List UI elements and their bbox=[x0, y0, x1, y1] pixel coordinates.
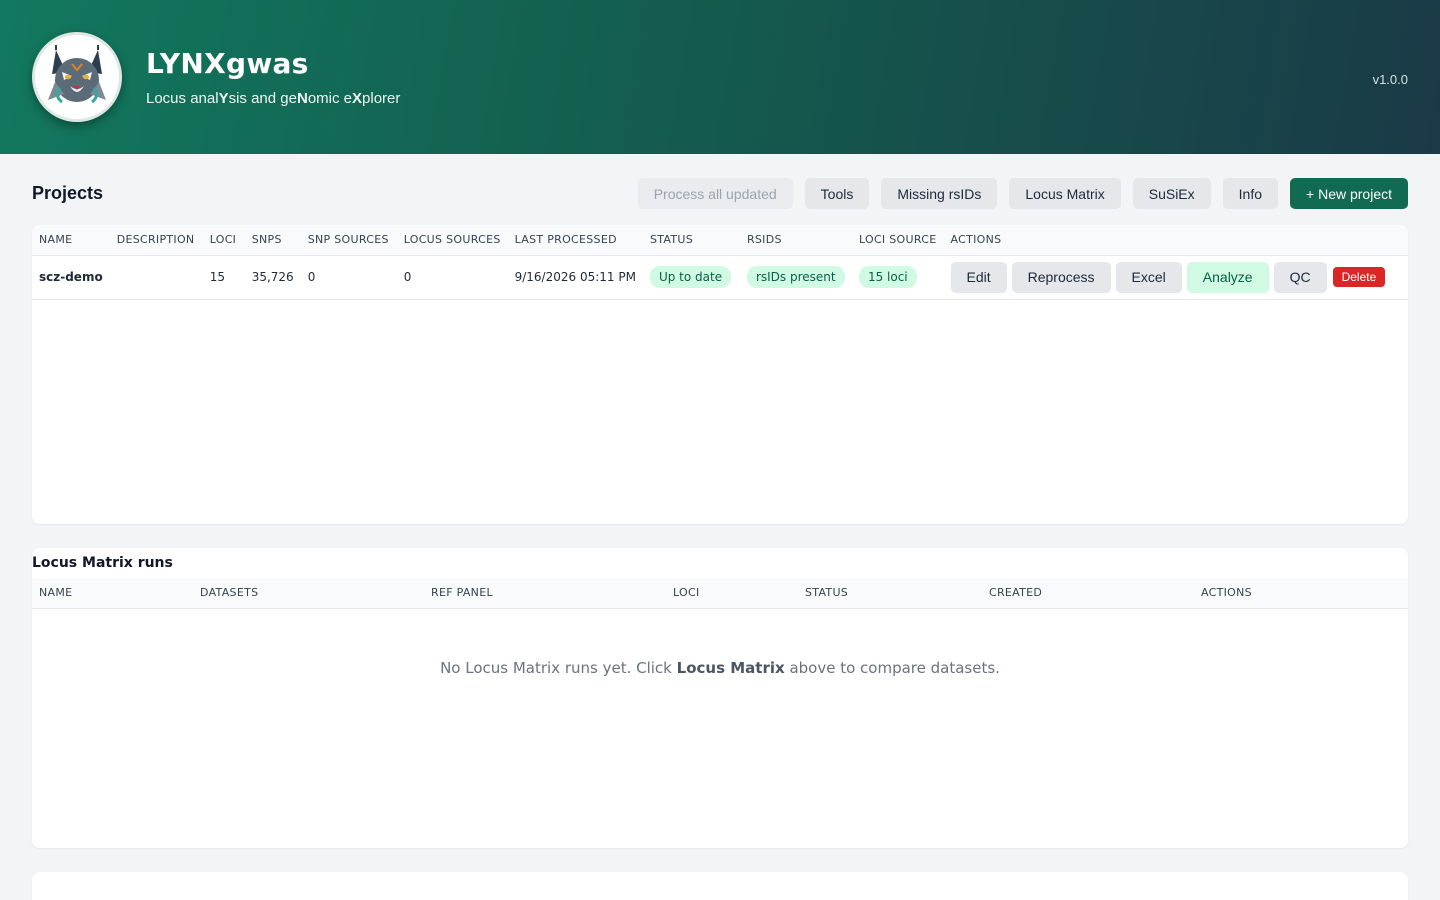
locus-matrix-button[interactable]: Locus Matrix bbox=[1009, 178, 1121, 209]
locus-matrix-runs-title: Locus Matrix runs bbox=[32, 555, 173, 571]
next-section-card bbox=[32, 872, 1408, 900]
lm-col-created[interactable]: Created bbox=[982, 578, 1194, 609]
projects-toolbar: Process all updated Tools Missing rsIDs … bbox=[637, 178, 1408, 209]
info-button[interactable]: Info bbox=[1222, 178, 1279, 209]
lm-col-status[interactable]: Status bbox=[798, 578, 982, 609]
projects-title: Projects bbox=[32, 183, 104, 203]
app-header: LYNXgwas Locus analYsis and geNomic eXpl… bbox=[0, 0, 1440, 154]
locus-matrix-table-header: Name Datasets Ref panel Loci Status Crea… bbox=[32, 578, 1408, 609]
tools-button[interactable]: Tools bbox=[804, 178, 870, 209]
col-status[interactable]: Status bbox=[642, 225, 740, 256]
title-block: LYNXgwas Locus analYsis and geNomic eXpl… bbox=[146, 47, 400, 107]
projects-table-header: Name Description Loci SNPs SNP sources L… bbox=[32, 225, 1408, 256]
lm-col-ref-panel[interactable]: Ref panel bbox=[424, 578, 666, 609]
loci-source-badge: 15 loci bbox=[858, 266, 917, 288]
lm-col-loci[interactable]: Loci bbox=[666, 578, 798, 609]
projects-header: Projects Process all updated Tools Missi… bbox=[0, 178, 1440, 209]
excel-button[interactable]: Excel bbox=[1115, 261, 1182, 293]
locus-matrix-table: Name Datasets Ref panel Loci Status Crea… bbox=[32, 578, 1408, 609]
project-snp-sources: 0 bbox=[300, 255, 397, 300]
susiex-button[interactable]: SuSiEx bbox=[1132, 178, 1211, 209]
project-name[interactable]: scz-demo bbox=[32, 255, 110, 300]
edit-button[interactable]: Edit bbox=[950, 261, 1007, 293]
app-title: LYNXgwas bbox=[146, 47, 309, 80]
qc-button[interactable]: QC bbox=[1273, 261, 1327, 293]
project-loci: 15 bbox=[202, 255, 245, 300]
delete-button[interactable]: Delete bbox=[1332, 267, 1386, 287]
empty-state-message: No Locus Matrix runs yet. Click Locus Ma… bbox=[440, 658, 1000, 677]
locus-matrix-runs-card: Locus Matrix runs Name Datasets Ref pane… bbox=[32, 548, 1408, 848]
lynx-face-icon bbox=[48, 45, 106, 104]
col-snp-sources[interactable]: SNP sources bbox=[300, 225, 397, 256]
project-snps: 35,726 bbox=[244, 255, 301, 300]
col-last-processed[interactable]: Last processed bbox=[507, 225, 643, 256]
project-last-processed: 9/16/2026 05:11 PM bbox=[507, 255, 643, 300]
col-loci-source[interactable]: Loci source bbox=[851, 225, 944, 256]
lm-col-datasets[interactable]: Datasets bbox=[193, 578, 424, 609]
new-project-button[interactable]: + New project bbox=[1290, 178, 1408, 209]
projects-table: Name Description Loci SNPs SNP sources L… bbox=[32, 225, 1408, 300]
project-locus-sources: 0 bbox=[396, 255, 508, 300]
lynx-logo bbox=[32, 32, 122, 122]
project-description bbox=[109, 255, 203, 300]
col-rsids[interactable]: rsIDs bbox=[739, 225, 852, 256]
lm-col-actions: Actions bbox=[1194, 578, 1408, 609]
analyze-button[interactable]: Analyze bbox=[1186, 261, 1269, 293]
missing-rsids-button[interactable]: Missing rsIDs bbox=[881, 178, 998, 209]
projects-table-card: Name Description Loci SNPs SNP sources L… bbox=[32, 225, 1408, 524]
col-snps[interactable]: SNPs bbox=[244, 225, 301, 256]
table-row[interactable]: scz-demo 15 35,726 0 0 9/16/2026 05:11 P… bbox=[32, 255, 1408, 300]
col-locus-sources[interactable]: Locus sources bbox=[396, 225, 508, 256]
row-actions: Edit Reprocess Excel Analyze QC Delete bbox=[950, 261, 1402, 293]
rsids-badge: rsIDs present bbox=[746, 266, 845, 288]
col-description[interactable]: Description bbox=[109, 225, 203, 256]
col-loci[interactable]: Loci bbox=[202, 225, 245, 256]
col-name[interactable]: Name bbox=[32, 225, 110, 256]
status-badge: Up to date bbox=[649, 266, 732, 288]
lm-col-name[interactable]: Name bbox=[32, 578, 193, 609]
reprocess-button[interactable]: Reprocess bbox=[1011, 261, 1111, 293]
app-subtitle: Locus analYsis and geNomic eXplorer bbox=[146, 90, 401, 107]
col-actions: Actions bbox=[943, 225, 1408, 256]
version-label: v1.0.0 bbox=[1372, 72, 1408, 87]
process-all-updated-button[interactable]: Process all updated bbox=[637, 178, 793, 209]
